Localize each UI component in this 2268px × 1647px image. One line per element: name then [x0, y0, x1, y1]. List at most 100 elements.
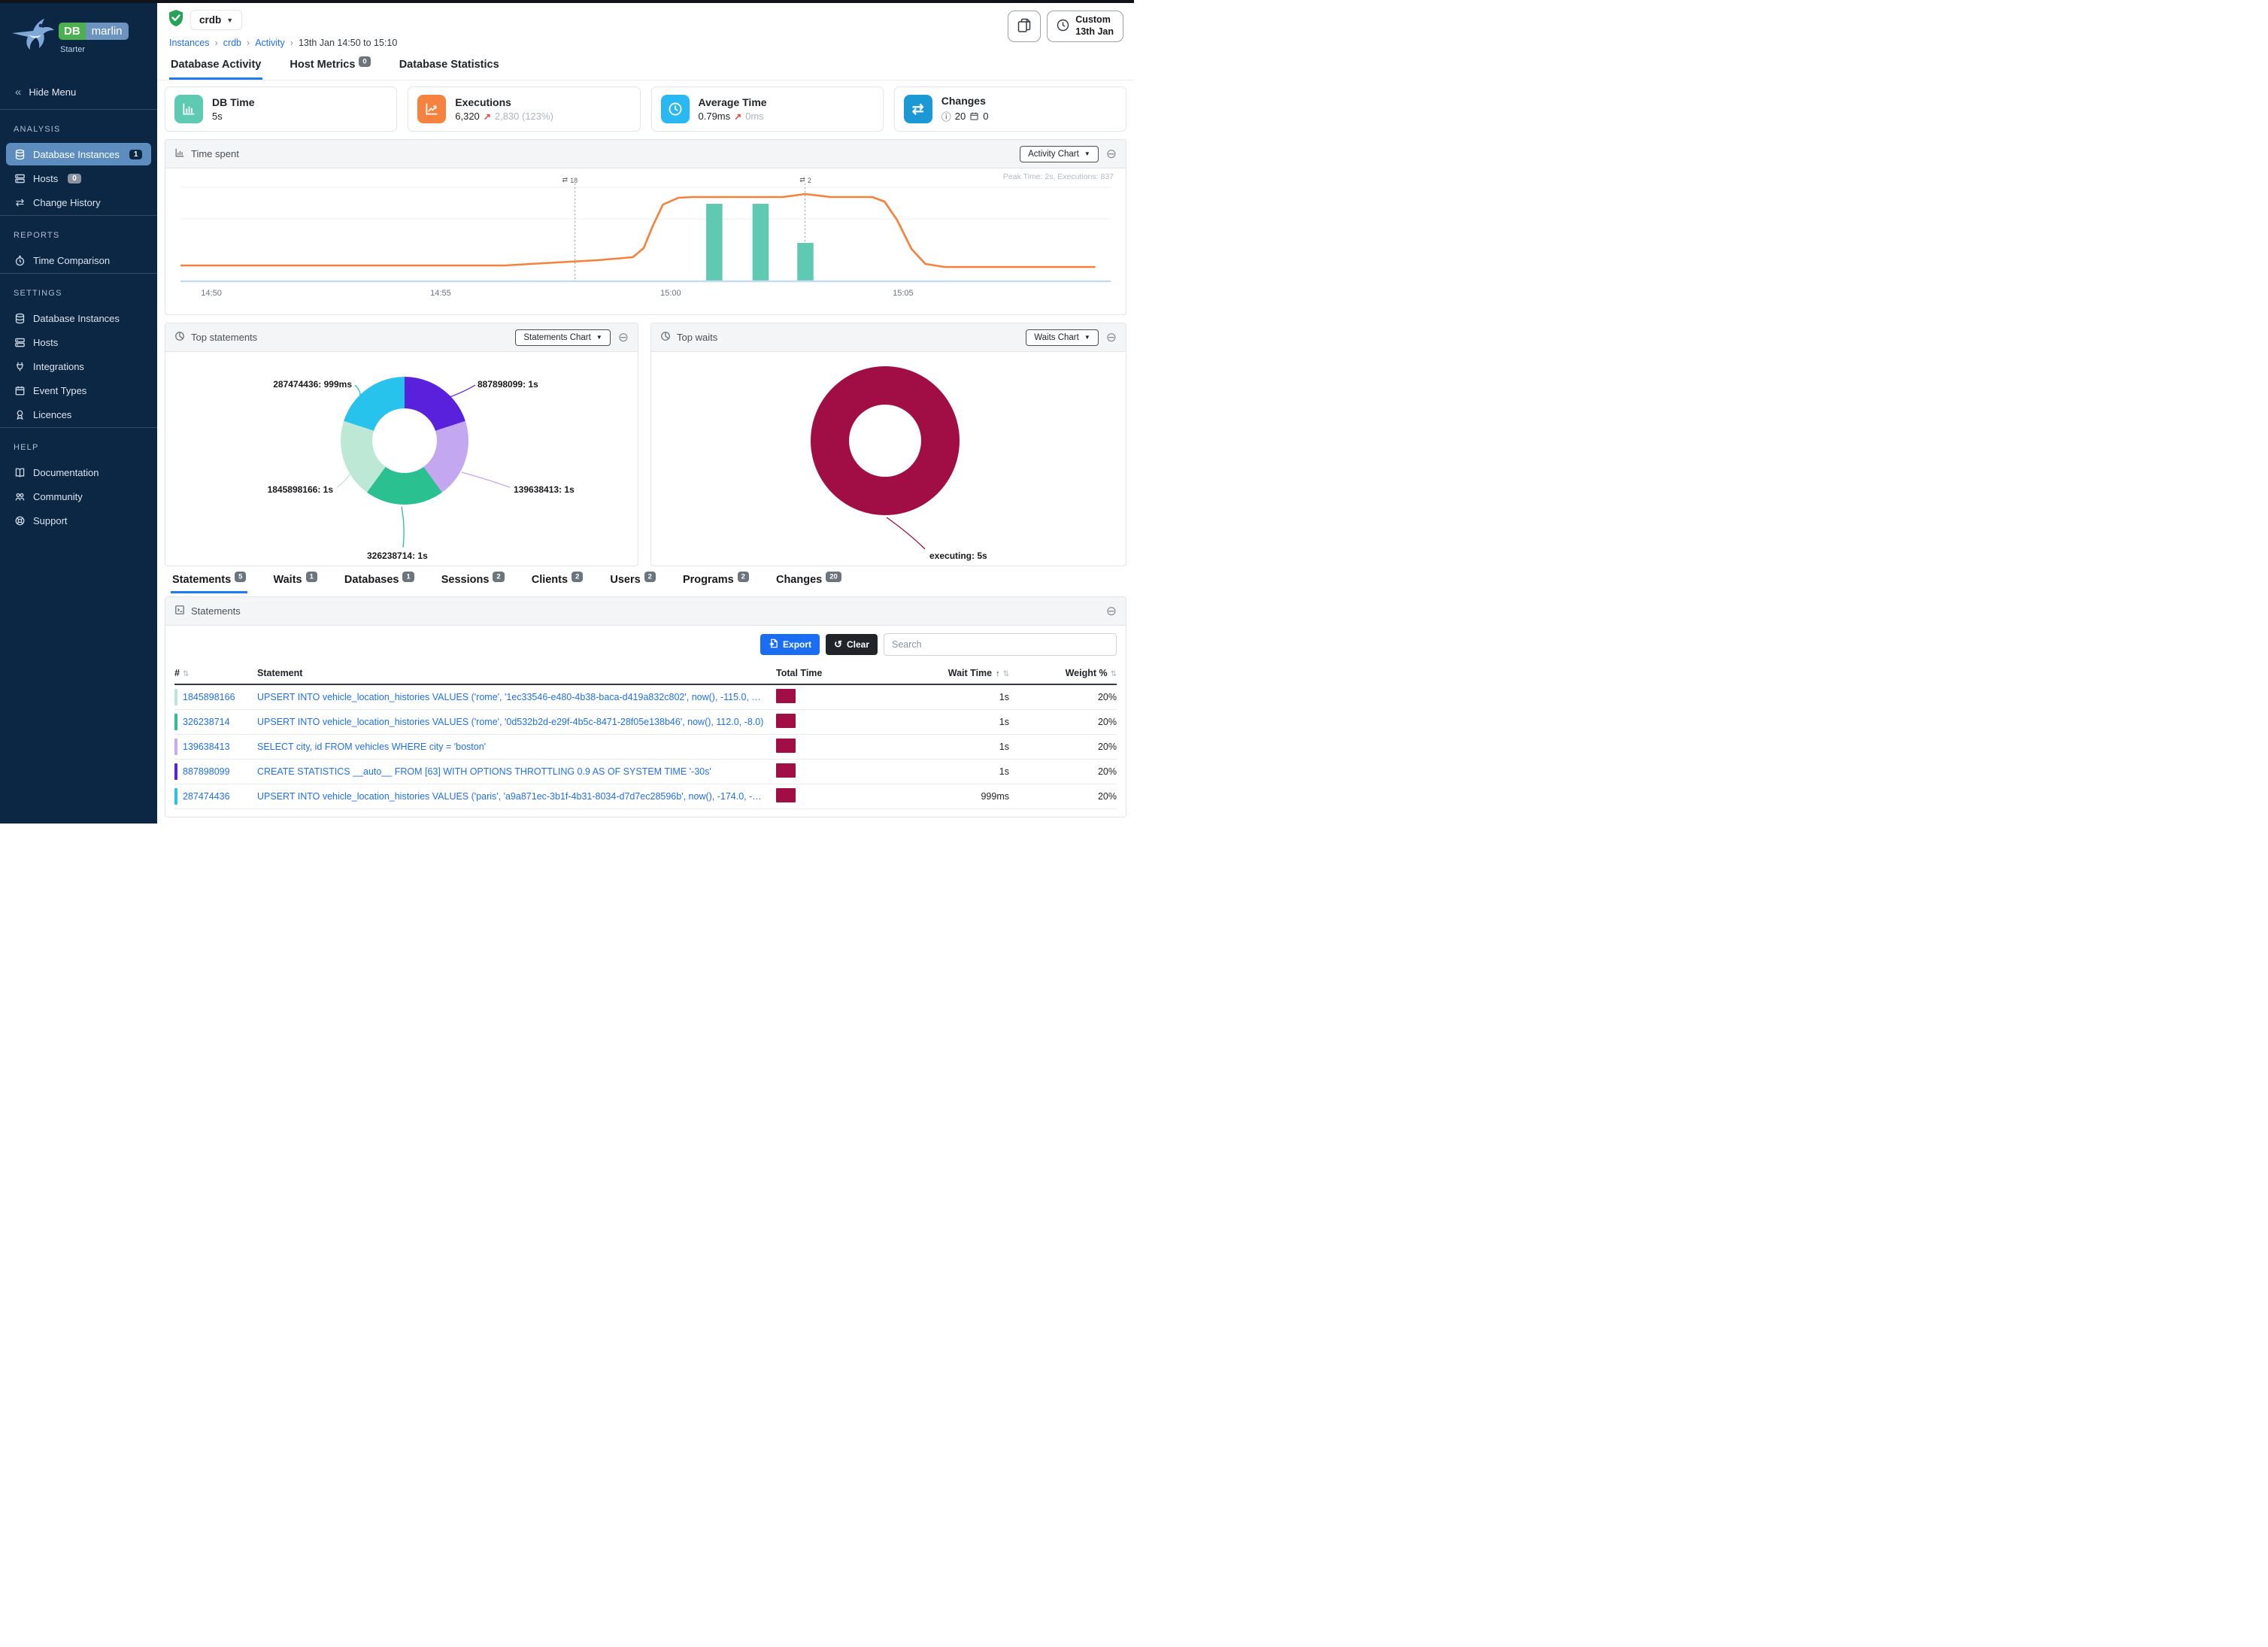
statement-sql-link[interactable]: UPSERT INTO vehicle_location_histories V… — [257, 692, 776, 702]
sidebar-item-event-types[interactable]: Event Types — [6, 379, 151, 402]
tab-badge: 2 — [493, 572, 504, 582]
sidebar-item-hosts[interactable]: Hosts — [6, 331, 151, 353]
sort-icon[interactable]: ⇅ — [1111, 670, 1117, 678]
tab-waits[interactable]: Waits1 — [271, 572, 318, 593]
statement-id-link[interactable]: 287474436 — [183, 791, 230, 802]
breadcrumb-item[interactable]: Instances — [169, 38, 210, 48]
trend-chart-icon — [417, 95, 446, 123]
instance-selector-button[interactable]: crdb ▼ — [190, 10, 242, 30]
col-header-total-time[interactable]: Total Time — [776, 668, 889, 678]
time-spent-header: Time spent Activity Chart ▼ ⊖ — [165, 140, 1126, 168]
collapse-panel-icon[interactable]: ⊖ — [1106, 605, 1117, 617]
statement-sql-link[interactable]: UPSERT INTO vehicle_location_histories V… — [257, 717, 776, 727]
collapse-panel-icon[interactable]: ⊖ — [618, 331, 629, 344]
tab-label: Changes — [776, 574, 822, 586]
hide-menu-button[interactable]: « Hide Menu — [0, 78, 157, 109]
sidebar-item-change-history[interactable]: ⇄Change History — [6, 191, 151, 214]
sidebar-item-label: Change History — [33, 197, 101, 208]
tab-clients[interactable]: Clients2 — [530, 572, 585, 593]
total-time-bar — [776, 739, 796, 753]
card-body: Average Time0.79ms↗0ms — [699, 96, 767, 122]
change-marker-icon: ⇄ — [799, 176, 805, 184]
search-input[interactable] — [884, 633, 1117, 656]
tab-database-statistics[interactable]: Database Statistics — [398, 54, 501, 80]
col-header-weight[interactable]: Weight %⇅ — [1009, 668, 1117, 678]
tab-label: Database Activity — [171, 59, 261, 71]
top-statements-donut[interactable]: 887898099: 1s139638413: 1s326238714: 1s1… — [165, 352, 638, 566]
sidebar-item-database-instances[interactable]: Database Instances1 — [6, 143, 151, 165]
breadcrumb-item[interactable]: Activity — [255, 38, 285, 48]
copy-icon — [1017, 18, 1031, 35]
collapse-panel-icon[interactable]: ⊖ — [1106, 147, 1117, 160]
clear-button[interactable]: ↺ Clear — [826, 634, 878, 655]
tab-label: Databases — [344, 574, 399, 586]
wait-time-value: 1s — [889, 692, 1009, 702]
plug-icon — [14, 360, 26, 372]
bar-chart-icon — [174, 147, 185, 160]
plan-tier-label: Starter — [60, 45, 129, 54]
app-logo[interactable]: DB marlin Starter — [0, 3, 157, 78]
breadcrumb-item[interactable]: crdb — [223, 38, 241, 48]
sidebar-item-database-instances[interactable]: Database Instances — [6, 307, 151, 329]
tab-databases[interactable]: Databases1 — [343, 572, 416, 593]
statement-id-link[interactable]: 326238714 — [183, 717, 230, 727]
statement-id-link[interactable]: 887898099 — [183, 766, 230, 777]
sort-asc-icon[interactable]: ↑ — [996, 669, 1000, 678]
card-delta: 2,830 (123%) — [495, 111, 553, 122]
time-spent-plot[interactable] — [180, 174, 1111, 287]
tab-database-activity[interactable]: Database Activity — [169, 54, 262, 80]
col-header-wait-time[interactable]: Wait Time↑⇅ — [889, 668, 1009, 678]
sidebar-section-title: REPORTS — [0, 216, 157, 247]
donut-slice-label: 326238714: 1s — [367, 551, 428, 561]
breadcrumb-separator: › — [290, 38, 293, 48]
statement-id-link[interactable]: 1845898166 — [183, 692, 235, 702]
tab-host-metrics[interactable]: Host Metrics0 — [288, 54, 371, 80]
col-header-id[interactable]: #⇅ — [174, 668, 257, 678]
sidebar-item-badge: 1 — [129, 150, 143, 159]
export-button[interactable]: Export — [760, 634, 820, 655]
sidebar-item-support[interactable]: Support — [6, 509, 151, 532]
change-marker-label[interactable]: ⇄18 — [562, 176, 578, 184]
bar-chart-icon — [174, 95, 203, 123]
tab-changes[interactable]: Changes20 — [775, 572, 843, 593]
sidebar-item-time-comparison[interactable]: Time Comparison — [6, 249, 151, 271]
card-delta: 0ms — [745, 111, 764, 122]
tab-sessions[interactable]: Sessions2 — [440, 572, 506, 593]
sort-icon[interactable]: ⇅ — [183, 670, 189, 678]
waits-chart-select[interactable]: Waits Chart ▼ — [1026, 329, 1099, 346]
sidebar-item-documentation[interactable]: Documentation — [6, 461, 151, 484]
statement-id-link[interactable]: 139638413 — [183, 742, 230, 752]
statements-chart-select[interactable]: Statements Chart ▼ — [515, 329, 610, 346]
col-header-statement[interactable]: Statement — [257, 668, 776, 678]
sidebar-item-hosts[interactable]: Hosts0 — [6, 167, 151, 190]
tab-statements[interactable]: Statements5 — [171, 572, 247, 593]
clock-icon — [661, 95, 690, 123]
change-marker-label[interactable]: ⇄2 — [799, 176, 811, 184]
sidebar-item-label: Community — [33, 491, 83, 502]
activity-chart-select[interactable]: Activity Chart ▼ — [1020, 146, 1099, 162]
donut-slice-label: 287474436: 999ms — [273, 379, 352, 390]
top-waits-donut[interactable]: executing: 5s — [651, 352, 1126, 566]
tab-programs[interactable]: Programs2 — [681, 572, 750, 593]
sidebar-item-label: Integrations — [33, 361, 84, 372]
time-range-button[interactable]: Custom 13th Jan — [1047, 11, 1123, 42]
donut-hole — [372, 408, 437, 473]
change-count: 20 — [955, 111, 966, 122]
statement-sql-link[interactable]: SELECT city, id FROM vehicles WHERE city… — [257, 742, 776, 752]
sidebar: DB marlin Starter « Hide Menu ANALYSISDa… — [0, 3, 157, 824]
statement-sql-link[interactable]: CREATE STATISTICS __auto__ FROM [63] WIT… — [257, 766, 776, 777]
tab-users[interactable]: Users2 — [608, 572, 657, 593]
statement-sql-link[interactable]: UPSERT INTO vehicle_location_histories V… — [257, 791, 776, 802]
sidebar-item-integrations[interactable]: Integrations — [6, 355, 151, 378]
sidebar-item-community[interactable]: Community — [6, 485, 151, 508]
calendar-icon — [969, 111, 979, 121]
x-axis-tick: 14:50 — [201, 289, 222, 298]
sidebar-item-label: Time Comparison — [33, 255, 110, 266]
collapse-panel-icon[interactable]: ⊖ — [1106, 331, 1117, 344]
copy-link-button[interactable] — [1008, 11, 1041, 42]
table-row: 287474436 UPSERT INTO vehicle_location_hi… — [174, 784, 1117, 809]
sidebar-item-licences[interactable]: Licences — [6, 403, 151, 426]
pie-chart-icon — [174, 331, 185, 344]
sort-icon[interactable]: ⇅ — [1003, 670, 1009, 678]
wait-time-value: 999ms — [889, 791, 1009, 802]
